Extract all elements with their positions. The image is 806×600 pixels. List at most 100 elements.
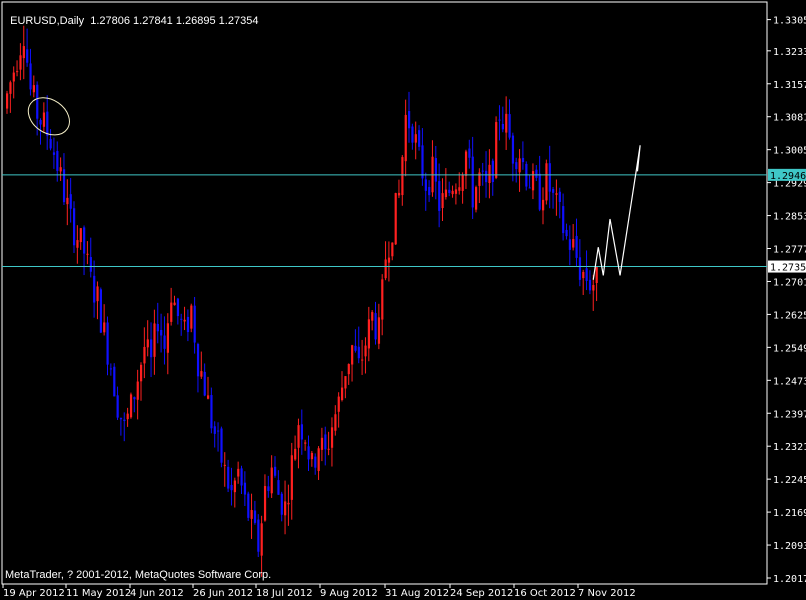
candle-body	[387, 257, 391, 263]
candle-body	[297, 425, 300, 448]
copyright-label: MetaTrader, ? 2001-2012, MetaQuotes Soft…	[5, 569, 272, 581]
candle-body	[461, 174, 464, 191]
candle-body	[404, 114, 407, 162]
chart-frame	[1, 1, 768, 585]
candle-body	[106, 322, 109, 365]
candle-body	[96, 286, 99, 302]
candle-body	[113, 366, 116, 397]
candle-body	[371, 312, 374, 321]
candle-body	[508, 114, 511, 138]
candle-body	[294, 448, 297, 460]
price-axis-label: 1.22450	[773, 475, 806, 486]
candle-body	[186, 316, 190, 333]
candle-body	[498, 119, 501, 121]
candle-body	[12, 72, 15, 82]
ohlc-readout: 1.27806 1.27841 1.26895 1.27354	[90, 15, 259, 27]
candle-body	[290, 455, 293, 500]
candle-body	[377, 317, 381, 344]
price-axis-label: 1.25490	[773, 343, 806, 354]
candle-body	[280, 493, 283, 515]
candle-body	[150, 339, 153, 358]
price-chart[interactable]: 1.330501.323301.315701.308101.300501.292…	[0, 0, 806, 600]
candle-body	[505, 113, 508, 133]
candle-body	[76, 240, 79, 248]
candle-body	[552, 189, 555, 193]
candle-body	[582, 271, 585, 279]
candle-body	[501, 123, 504, 130]
candle-body	[511, 135, 515, 164]
price-axis-label: 1.23970	[773, 409, 806, 420]
candle-body	[123, 419, 126, 422]
candle-body	[344, 376, 347, 389]
candle-body	[247, 493, 250, 518]
candle-body	[250, 510, 253, 519]
candle-body	[140, 364, 143, 382]
chart-header: EURUSD,Daily 1.27806 1.27841 1.26895 1.2…	[4, 3, 258, 27]
candle-body	[454, 189, 458, 194]
time-axis-label: 19 Apr 2012	[3, 588, 65, 599]
candle-body	[354, 345, 357, 351]
candle-body	[29, 63, 32, 90]
candle-body	[136, 381, 139, 400]
candle-body	[521, 157, 525, 163]
candle-body	[26, 49, 29, 63]
candle-body	[69, 194, 72, 209]
candle-body	[304, 442, 307, 444]
price-axis-label: 1.21690	[773, 508, 806, 519]
candle-body	[300, 424, 303, 440]
candle-body	[193, 305, 196, 343]
candle-body	[531, 171, 535, 191]
candle-body	[327, 448, 330, 450]
candle-body	[485, 170, 488, 183]
candle-body	[438, 181, 441, 211]
candle-body	[190, 305, 193, 329]
candle-body	[163, 335, 166, 349]
candle-body	[263, 486, 267, 521]
candle-body	[568, 239, 571, 250]
price-axis-label: 1.33050	[773, 16, 806, 27]
time-axis-label: 18 Jul 2012	[256, 588, 313, 599]
candle-body	[220, 428, 223, 463]
candle-body	[19, 55, 22, 70]
candle-body	[458, 187, 461, 191]
candle-body	[535, 169, 538, 178]
time-axis-label: 11 May 2012	[66, 588, 131, 599]
candle-body	[36, 84, 39, 119]
candle-body	[156, 323, 159, 332]
candle-body	[183, 319, 186, 322]
time-axis-label: 31 Aug 2012	[385, 588, 449, 599]
candle-body	[230, 484, 233, 491]
candle-body	[166, 323, 169, 353]
candle-body	[542, 199, 545, 211]
candle-body	[267, 486, 270, 492]
candle-body	[364, 345, 367, 357]
price-axis-label: 1.32330	[773, 47, 806, 58]
forecast-line-drawing[interactable]	[592, 145, 641, 280]
candle-body	[240, 468, 243, 486]
price-marker-label: 1.29469	[770, 171, 806, 182]
candle-body	[330, 427, 334, 448]
candle-body	[66, 197, 69, 205]
price-axis-label: 1.30050	[773, 146, 806, 157]
candle-body	[277, 480, 280, 495]
candle-body	[310, 452, 314, 460]
candle-body	[384, 259, 387, 279]
candle-body	[374, 313, 377, 340]
candle-body	[210, 395, 213, 429]
candle-body	[180, 318, 183, 320]
candle-body	[119, 417, 123, 420]
candle-body	[307, 446, 310, 460]
candle-body	[86, 253, 89, 255]
candle-body	[481, 170, 484, 172]
ellipse-drawing[interactable]	[21, 90, 76, 143]
candle-body	[314, 456, 317, 468]
candle-body	[6, 93, 9, 109]
candle-body	[418, 130, 421, 147]
candle-body	[381, 279, 384, 320]
candle-body	[444, 189, 448, 198]
candle-body	[274, 466, 277, 476]
candle-body	[93, 275, 96, 303]
candle-body	[334, 414, 337, 431]
candle-body	[146, 339, 149, 348]
candle-body	[320, 437, 324, 450]
